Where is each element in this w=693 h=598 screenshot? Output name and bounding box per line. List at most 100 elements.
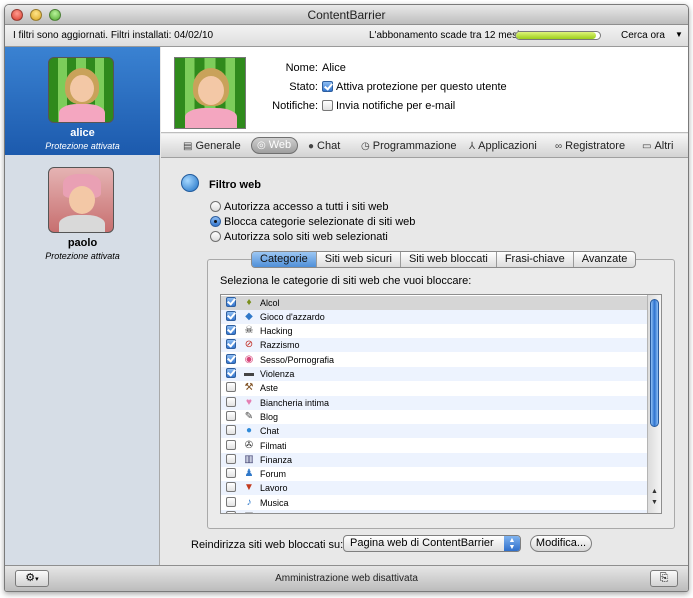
category-label: Newsgroup [260, 510, 306, 513]
scroll-down-arrow[interactable]: ▼ [651, 499, 658, 506]
tab-categorie[interactable]: Categorie [252, 252, 317, 267]
user-header: Nome: Alice Stato: Attiva protezione per… [161, 47, 688, 133]
category-row[interactable]: ♟ Forum [221, 467, 649, 481]
reroute-select[interactable]: Pagina web di ContentBarrier ▲ ▼ [343, 535, 521, 552]
scroll-up-arrow[interactable]: ▲ [651, 488, 658, 495]
category-checkbox[interactable] [226, 310, 236, 321]
bank-icon: ▥ [244, 453, 254, 465]
radio-button[interactable] [210, 201, 221, 212]
option-block-selected[interactable]: Blocca categorie selezionate di siti web [210, 216, 415, 228]
status-label: Stato: [289, 81, 318, 93]
minimize-window-button[interactable] [30, 9, 42, 21]
email-notify-toggle[interactable]: Invia notifiche per e-mail [322, 100, 455, 112]
tab-chat[interactable]: ● Chat [308, 138, 340, 154]
chat-bubble-icon: ● [245, 425, 253, 437]
tab-applicazioni[interactable]: ⅄ Applicazioni [469, 138, 537, 154]
window-title: ContentBarrier [307, 8, 386, 22]
user-item-alice[interactable]: alice Protezione attivata [5, 47, 160, 155]
option-allow-all[interactable]: Autorizza accesso a tutti i siti web [210, 201, 388, 213]
tab-frasi-chiave[interactable]: Frasi-chiave [497, 252, 574, 267]
category-checkbox[interactable] [226, 482, 236, 493]
list-scrollbar[interactable]: ▲ ▼ [647, 295, 661, 513]
tab-programmazione[interactable]: ◷ Programmazione [361, 138, 457, 154]
category-row[interactable]: ◆ Gioco d'azzardo [221, 309, 649, 324]
checkbox[interactable] [322, 100, 333, 111]
category-row[interactable]: ♦ Alcol [221, 295, 649, 310]
app-window: ContentBarrier I filtri sono aggiornati.… [4, 4, 689, 592]
category-row[interactable]: ▬ Violenza [221, 367, 649, 381]
zoom-window-button[interactable] [49, 9, 61, 21]
categories-panel: Seleziona le categorie di siti web che v… [207, 259, 675, 529]
reroute-select-value: Pagina web di ContentBarrier [350, 537, 494, 549]
tab-altri[interactable]: ▭ Altri [642, 138, 673, 154]
category-checkbox[interactable] [226, 496, 236, 507]
option-allow-only-selected[interactable]: Autorizza solo siti web selezionati [210, 231, 388, 243]
tab-label: Web [268, 139, 292, 151]
user-status: Protezione attivata [45, 141, 120, 151]
radio-button[interactable] [210, 231, 221, 242]
category-row[interactable]: ● Chat [221, 424, 649, 439]
category-row[interactable]: ♪ Musica [221, 496, 649, 510]
tab-avanzate[interactable]: Avanzate [574, 252, 636, 267]
category-row[interactable]: ♥ Biancheria intima [221, 395, 649, 410]
lingerie-icon: ♥ [246, 396, 252, 408]
tab-siti-web-sicuri[interactable]: Siti web sicuri [317, 252, 401, 267]
scrollbar-thumb[interactable] [650, 299, 659, 427]
section-toolbar: ▤ Generale ◎ Web ● Chat ◷ Programmazione ⅄ Ap… [161, 134, 688, 158]
name-label: Nome: [285, 62, 318, 74]
category-checkbox[interactable] [226, 511, 236, 513]
protection-checkbox-label: Attiva protezione per questo utente [336, 81, 507, 93]
category-checkbox[interactable] [226, 382, 236, 393]
newsgroup-icon: ▦ [243, 510, 255, 513]
category-checkbox[interactable] [226, 453, 236, 464]
tab-label: Altri [654, 140, 674, 152]
dice-icon: ◆ [245, 310, 253, 322]
checkbox[interactable] [322, 81, 333, 92]
categories-list[interactable]: ▦ Newsgroup ♪ Musica ▼ Lavoro ♟ Forum ▥ Finanza ✇ F… [220, 294, 662, 514]
category-row[interactable]: ▼ Lavoro [221, 481, 649, 496]
category-row[interactable]: ✇ Filmati [221, 439, 649, 453]
category-checkbox[interactable] [226, 439, 236, 450]
tab-registratore[interactable]: ∞ Registratore [555, 138, 625, 154]
user-item-paolo[interactable]: paolo Protezione attivata [5, 157, 160, 265]
category-checkbox[interactable] [226, 425, 236, 436]
tab-generale[interactable]: ▤ Generale [183, 138, 241, 154]
radio-button[interactable] [210, 216, 221, 227]
category-checkbox[interactable] [226, 468, 236, 479]
category-label: Finanza [260, 454, 293, 465]
category-row[interactable]: ◉ Sesso/Pornografia [221, 353, 649, 367]
category-row[interactable]: ▥ Finanza [221, 452, 649, 467]
tab-web[interactable]: ◎ Web [251, 137, 299, 154]
modify-button[interactable]: Modifica... [530, 535, 592, 552]
protection-toggle[interactable]: Attiva protezione per questo utente [322, 81, 507, 93]
category-row[interactable]: ☠ Hacking [221, 324, 649, 338]
export-button[interactable]: ⎘ [650, 570, 678, 587]
clock-icon: ◷ [361, 141, 370, 152]
category-label: Biancheria intima [260, 397, 330, 408]
category-row[interactable]: ⊘ Razzismo [221, 338, 649, 353]
close-window-button[interactable] [11, 9, 23, 21]
tab-label: Registratore [565, 140, 626, 152]
status-bar: I filtri sono aggiornati. Filtri install… [5, 25, 688, 47]
tab-siti-web-bloccati[interactable]: Siti web bloccati [401, 252, 497, 267]
chevron-down-icon[interactable]: ▼ [675, 30, 683, 39]
avatar [48, 167, 114, 233]
user-photo[interactable] [174, 57, 246, 129]
category-checkbox[interactable] [226, 353, 236, 364]
category-checkbox[interactable] [226, 410, 236, 421]
title-bar: ContentBarrier [5, 5, 688, 25]
category-row[interactable]: ▦ Newsgroup [221, 510, 649, 513]
gun-icon: ▬ [244, 368, 254, 379]
category-checkbox[interactable] [226, 339, 236, 350]
category-label: Musica [260, 497, 289, 508]
category-label: Sesso/Pornografia [260, 354, 335, 365]
category-checkbox[interactable] [226, 325, 236, 336]
category-row[interactable]: ✎ Blog [221, 410, 649, 424]
section-title: Filtro web [209, 179, 261, 191]
category-checkbox[interactable] [226, 296, 236, 307]
category-row[interactable]: ⚒ Aste [221, 381, 649, 395]
category-checkbox[interactable] [226, 368, 236, 378]
check-now-button[interactable]: Cerca ora [621, 30, 665, 41]
tab-label: Generale [195, 140, 241, 152]
category-checkbox[interactable] [226, 396, 236, 407]
